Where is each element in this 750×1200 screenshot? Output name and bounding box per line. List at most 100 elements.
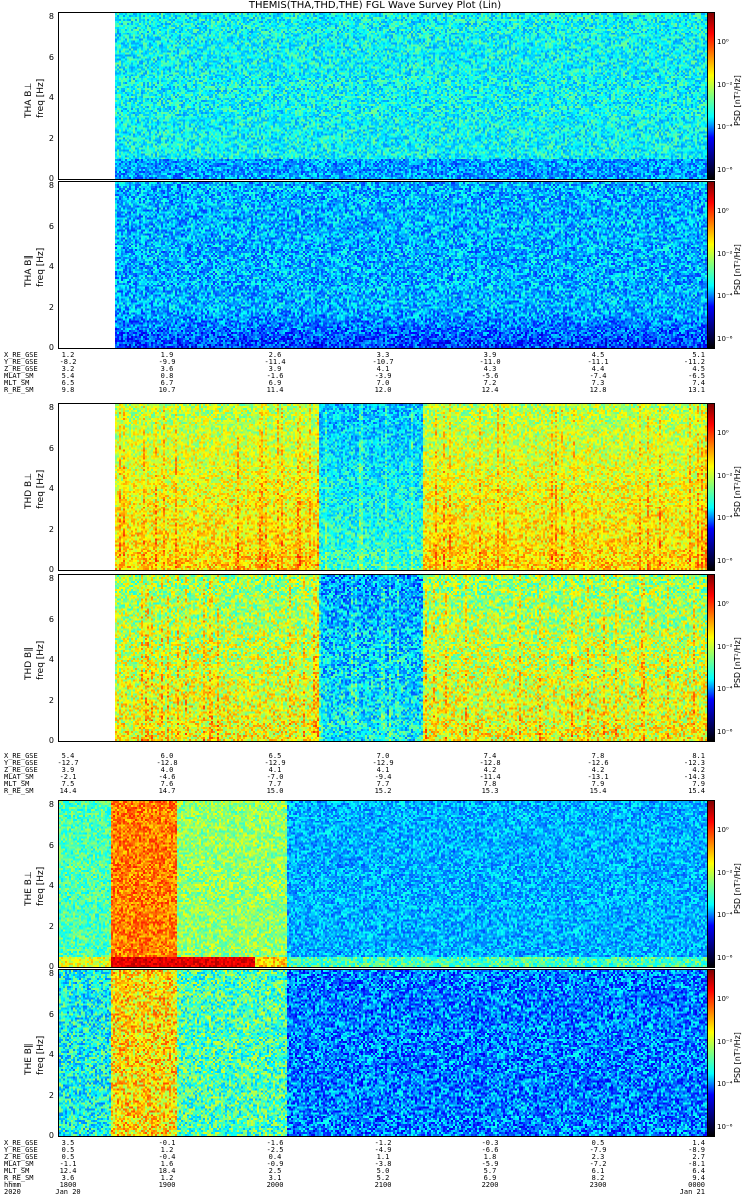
y-tick-label: 4	[48, 655, 54, 664]
colorbar-label: PSD [nT²/Hz]	[733, 75, 742, 126]
ephemeris-row: hhmm 1800 1900 2000 2100 2200 2300 0000	[4, 1182, 744, 1189]
spectrogram-tha-bll	[58, 181, 708, 349]
colorbar-tick-label: 10⁻²	[717, 471, 733, 480]
y-tick-label: 2	[48, 133, 54, 143]
plot-title: THEMIS(THA,THD,THE) FGL Wave Survey Plot…	[248, 0, 502, 11]
colorbar-tick-label: 10⁻⁶	[717, 954, 733, 962]
y-tick-label: 0	[48, 343, 54, 352]
y-tick-label: 6	[48, 443, 54, 453]
ephemeris-row: MLT_SM 12.4 18.4 2.5 5.0 5.7 6.1 6.4	[4, 1168, 744, 1175]
ephemeris-row: R_RE_SM 9.8 10.7 11.4 12.0 12.4 12.8 13.1	[4, 387, 744, 394]
ephemeris-value: 15.3	[481, 787, 499, 795]
spectrogram-the-bll	[58, 969, 708, 1137]
ephemeris-value: 2300	[589, 1181, 607, 1189]
ephemeris-row: MLAT_SM -1.1 1.6 -0.9 -3.8 -5.9 -7.2 -8.1	[4, 1161, 744, 1168]
colorbar-tick-label: 10⁻⁶	[717, 1123, 733, 1131]
y-axis-label: THD B⊥	[24, 472, 34, 509]
colorbar-label: PSD [nT²/Hz]	[733, 466, 742, 517]
ephemeris-table: X_RE_GSE 1.2 1.9 2.6 3.3 3.9 4.5 5.1 Y_RE_GSE -8.…	[4, 352, 744, 394]
y-tick-label: 6	[48, 52, 54, 62]
ephemeris-value: 15.0	[266, 787, 284, 795]
colorbar-tick-label: 10⁻⁴	[717, 514, 733, 523]
ephemeris-value: 9.8	[61, 386, 75, 394]
colorbar-tick-label: 10⁻⁴	[717, 1080, 733, 1089]
colorbar-tick-label: 10⁻²	[717, 868, 733, 877]
colorbar-tick-label: 10⁰	[717, 38, 729, 46]
ephemeris-value: 2100	[374, 1181, 392, 1189]
ephemeris-value: 15.4	[688, 787, 705, 795]
y-tick-label: 6	[48, 1009, 54, 1019]
y-tick-label: 8	[48, 800, 54, 809]
ephemeris-value: 14.7	[158, 787, 176, 795]
ephemeris-table: X_RE_GSE 3.5 -0.1 -1.6 -1.2 -0.3 0.5 1.4 Y_RE_GS…	[4, 1140, 744, 1196]
ephemeris-value: 12.4	[481, 386, 499, 394]
y-tick-label: 2	[48, 524, 54, 534]
y-tick-label: 2	[48, 695, 54, 705]
spectrogram-image	[59, 404, 707, 570]
colorbar-tick-label: 10⁻²	[717, 249, 733, 258]
ephemeris-row: MLAT_SM 5.4 0.8 -1.6 -3.9 -5.6 -7.4 -6.5	[4, 373, 744, 380]
ephemeris-row: Y_RE_GSE 0.5 1.2 -2.5 -4.9 -6.6 -7.9 -8.9	[4, 1147, 744, 1154]
spectrogram-tha-bl	[58, 12, 708, 180]
y-tick-label: 2	[48, 921, 54, 931]
ephemeris-value: 2000	[266, 1181, 284, 1189]
ephemeris-value: 11.4	[266, 386, 284, 394]
colorbar	[707, 574, 715, 742]
colorbar-tick-label: 10⁰	[717, 429, 729, 437]
colorbar-label: PSD [nT²/Hz]	[733, 637, 742, 688]
ephemeris-row: 2020 Jan 20 Jan 21	[4, 1189, 744, 1196]
y-tick-label: 4	[48, 262, 54, 271]
y-axis-label: THA B⊥	[24, 82, 34, 118]
colorbar-label: PSD [nT²/Hz]	[733, 863, 742, 914]
ephemeris-value: Jan 20	[55, 1188, 81, 1196]
colorbar	[707, 181, 715, 349]
colorbar-label: PSD [nT²/Hz]	[733, 1032, 742, 1083]
ephemeris-value: 13.1	[688, 386, 705, 394]
ephemeris-row: MLAT_SM -2.1 -4.6 -7.0 -9.4 -11.4 -13.1 -14.3	[4, 774, 744, 781]
spectrogram-image	[59, 970, 707, 1136]
ephemeris-value: 1900	[158, 1181, 176, 1189]
colorbar-tick-label: 10⁻⁴	[717, 123, 733, 132]
ephemeris-table: X_RE_GSE 5.4 6.0 6.5 7.0 7.4 7.8 8.1 Y_RE_GSE -12…	[4, 753, 744, 795]
y-tick-label: 0	[48, 1131, 54, 1140]
spectrogram-image	[59, 801, 707, 967]
colorbar-tick-label: 10⁻⁴	[717, 685, 733, 694]
y-axis-label: THE B⊥	[24, 871, 34, 906]
colorbar-tick-label: 10⁰	[717, 600, 729, 608]
ephemeris-value: 15.2	[374, 787, 392, 795]
colorbar-tick-label: 10⁰	[717, 826, 729, 834]
ephemeris-row-label: R_RE_SM	[4, 386, 34, 394]
spectrogram-image	[59, 13, 707, 179]
colorbar-tick-label: 10⁻²	[717, 1037, 733, 1046]
y-tick-label: 0	[48, 736, 54, 745]
y-tick-label: 2	[48, 1090, 54, 1100]
y-tick-label: 6	[48, 614, 54, 624]
y-tick-label: 8	[48, 969, 54, 978]
y-tick-label: 2	[48, 302, 54, 312]
ephemeris-value: 14.4	[59, 787, 77, 795]
ephemeris-row: R_RE_SM 14.4 14.7 15.0 15.2 15.3 15.4 15.4	[4, 788, 744, 795]
y-tick-label: 4	[48, 1050, 54, 1059]
colorbar	[707, 403, 715, 571]
y-tick-label: 0	[48, 565, 54, 574]
colorbar-tick-label: 10⁻²	[717, 642, 733, 651]
colorbar	[707, 800, 715, 968]
colorbar	[707, 969, 715, 1137]
ephemeris-value: 10.7	[158, 386, 176, 394]
colorbar-tick-label: 10⁰	[717, 207, 729, 215]
ephemeris-value: Jan 21	[679, 1188, 705, 1196]
y-axis-label: THD B∥	[24, 647, 34, 680]
ephemeris-row: Y_RE_GSE -12.7 -12.8 -12.9 -12.9 -12.8 -12.6 -1…	[4, 760, 744, 767]
spectrogram-thd-bll	[58, 574, 708, 742]
spectrogram-the-bl	[58, 800, 708, 968]
ephemeris-row: Y_RE_GSE -8.2 -9.9 -11.4 -10.7 -11.0 -11.1 -11.…	[4, 359, 744, 366]
y-tick-label: 4	[48, 881, 54, 890]
y-tick-label: 8	[48, 181, 54, 190]
y-tick-label: 4	[48, 93, 54, 102]
ephemeris-value: 15.4	[589, 787, 607, 795]
y-tick-label: 4	[48, 484, 54, 493]
y-axis-label: THE B∥	[24, 1043, 34, 1076]
colorbar	[707, 12, 715, 180]
colorbar-tick-label: 10⁻⁶	[717, 166, 733, 174]
colorbar-tick-label: 10⁰	[717, 995, 729, 1003]
